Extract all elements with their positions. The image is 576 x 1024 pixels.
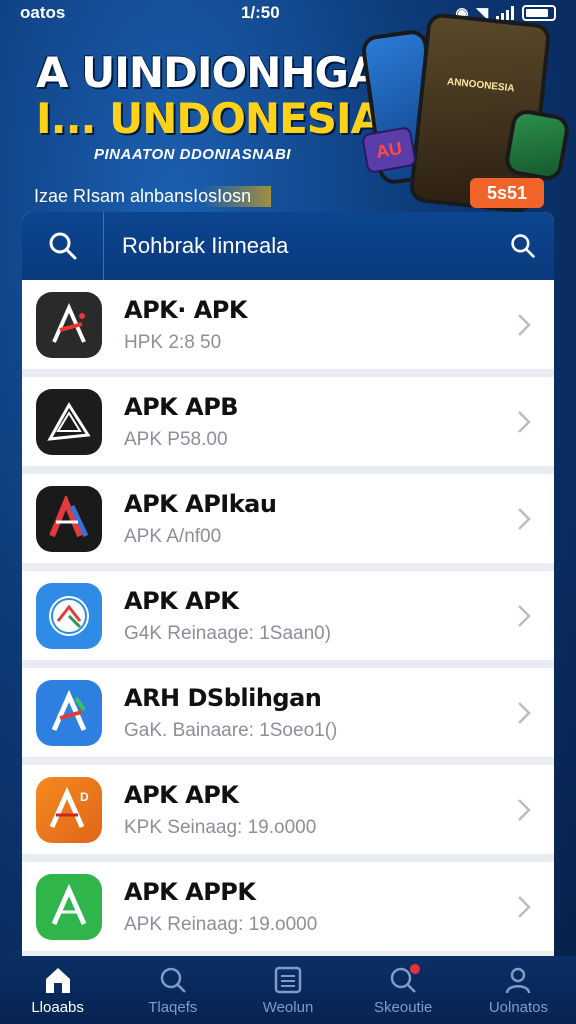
app-name: ARH DSblihgan xyxy=(124,683,322,712)
banner-badge-right: 5s51 xyxy=(470,178,544,208)
nav-label: Weolun xyxy=(262,998,314,1016)
nav-label: Skeoutie xyxy=(374,998,433,1016)
app-name: APK· APK xyxy=(124,295,248,324)
notification-dot xyxy=(409,964,420,974)
app-name: APK APPK xyxy=(124,877,256,906)
app-list-item[interactable]: ARH DSblihgan GaK. Bainaare: 1Soeo1() xyxy=(22,668,554,765)
nav-item-notifications[interactable]: Skeoutie xyxy=(346,956,461,1024)
app-list-panel: Rohbrak Iinneala APK· APK HPK 2:8 50 APK… xyxy=(22,212,554,956)
chevron-right-icon xyxy=(504,603,544,629)
user-icon xyxy=(506,967,531,993)
app-list-item[interactable]: APK· APK HPK 2:8 50 xyxy=(22,280,554,377)
apk-compass-icon xyxy=(36,582,102,649)
nav-label: Uolnatos xyxy=(488,998,549,1016)
banner-title-line1: A UINDIONHGAN xyxy=(36,48,415,97)
app-list-item[interactable]: D APK APK KPK Seinaag: 19.o000 xyxy=(22,765,554,862)
search-icon[interactable] xyxy=(22,212,104,280)
app-name: APK APIkau xyxy=(124,489,277,518)
status-time: 1/:50 xyxy=(240,3,280,22)
app-meta: APK P58.00 xyxy=(124,428,228,450)
banner-caption: Izae RIsam alnbansIosIosn xyxy=(34,186,272,207)
apk-outline-icon xyxy=(36,388,102,455)
phone-label: ANNOONESIA xyxy=(446,76,516,95)
app-meta: KPK Seinaag: 19.o000 xyxy=(124,816,317,838)
chevron-right-icon xyxy=(504,409,544,435)
phone-small-image xyxy=(502,107,572,183)
status-left-text: oatos xyxy=(20,3,66,22)
nav-label: Tlaqefs xyxy=(148,998,198,1016)
app-list-item[interactable]: APK APB APK P58.00 xyxy=(22,377,554,474)
banner-subtitle: PINAATON DDONIASNABI xyxy=(94,146,291,163)
search-submit-icon[interactable] xyxy=(492,212,554,280)
app-meta: GaK. Bainaare: 1Soeo1() xyxy=(124,719,338,741)
banner-badge-left: AU xyxy=(360,125,418,175)
apk-blue-icon xyxy=(36,679,102,746)
app-name: APK APK xyxy=(124,586,239,615)
app-name: APK APK xyxy=(124,780,239,809)
chevron-right-icon xyxy=(504,506,544,532)
nav-label: Lloaabs xyxy=(31,998,84,1016)
signal-icon xyxy=(495,6,514,20)
nav-item-search[interactable]: Tlaqefs xyxy=(115,956,230,1024)
app-list-item[interactable]: APK APPK APK Reinaag: 19.o000 xyxy=(22,862,554,956)
chevron-right-icon xyxy=(504,894,544,920)
chevron-right-icon xyxy=(504,797,544,823)
chevron-right-icon xyxy=(504,312,544,338)
apk-orange-icon: D xyxy=(36,776,102,843)
search-icon xyxy=(160,967,186,993)
app-meta: APK A/nf00 xyxy=(124,525,222,547)
app-meta: HPK 2:8 50 xyxy=(124,331,222,353)
nav-item-home[interactable]: Lloaabs xyxy=(0,956,115,1024)
banner-title-line2: I... UNDONESIAN xyxy=(36,94,417,143)
phones-illustration: ANNOONESIA AU 5s51 xyxy=(359,12,572,216)
search-input[interactable]: Rohbrak Iinneala xyxy=(104,233,492,259)
nav-item-profile[interactable]: Uolnatos xyxy=(461,956,576,1024)
app-meta: APK Reinaag: 19.o000 xyxy=(124,913,318,935)
apk-red-black-icon xyxy=(36,291,102,358)
nav-item-list[interactable]: Weolun xyxy=(230,956,345,1024)
svg-text:D: D xyxy=(80,790,89,804)
apk-green-icon xyxy=(36,873,102,940)
bottom-nav: Lloaabs Tlaqefs Weolun Skeoutie Uolnatos xyxy=(0,956,576,1024)
app-list: APK· APK HPK 2:8 50 APK APB APK P58.00 A… xyxy=(22,280,554,956)
apk-red-blue-icon xyxy=(36,485,102,552)
app-list-item[interactable]: APK APIkau APK A/nf00 xyxy=(22,474,554,571)
promo-banner[interactable]: A UINDIONHGAN I... UNDONESIAN PINAATON D… xyxy=(0,12,576,216)
search-bar[interactable]: Rohbrak Iinneala xyxy=(22,212,554,280)
app-name: APK APB xyxy=(124,392,239,421)
home-icon xyxy=(45,967,70,993)
app-meta: G4K Reinaage: 1Saan0) xyxy=(124,622,332,644)
chevron-right-icon xyxy=(504,700,544,726)
battery-icon xyxy=(521,5,556,21)
list-icon xyxy=(274,966,302,993)
app-list-item[interactable]: APK APK G4K Reinaage: 1Saan0) xyxy=(22,571,554,668)
